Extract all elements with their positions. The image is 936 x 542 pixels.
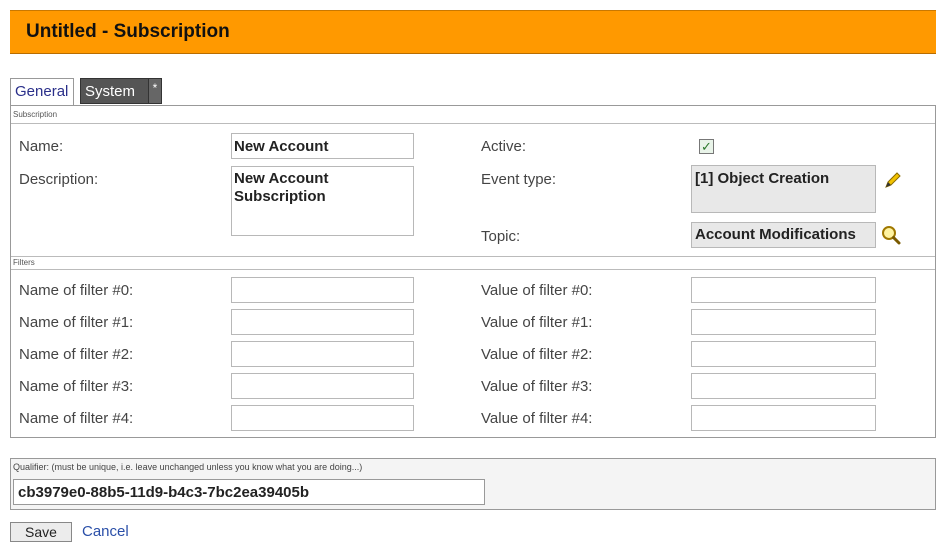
description-textarea[interactable]: New Account Subscription <box>231 166 414 236</box>
filter-value-input-4[interactable] <box>691 405 876 431</box>
qualifier-input[interactable] <box>13 479 485 505</box>
filter-value-label-0: Value of filter #0: <box>481 282 593 299</box>
general-panel: Subscription Name: Active: ✓ Description… <box>10 105 936 438</box>
filter-value-input-1[interactable] <box>691 309 876 335</box>
event-type-label: Event type: <box>481 171 557 188</box>
filter-value-input-3[interactable] <box>691 373 876 399</box>
filter-value-label-2: Value of filter #2: <box>481 346 593 363</box>
filter-name-label-4: Name of filter #4: <box>19 410 134 427</box>
description-label: Description: <box>19 171 99 188</box>
filter-name-label-2: Name of filter #2: <box>19 346 134 363</box>
filter-value-input-2[interactable] <box>691 341 876 367</box>
event-type-field: [1] Object Creation <box>691 165 876 213</box>
filters-section-label: Filters <box>13 258 35 267</box>
active-checkbox[interactable]: ✓ <box>699 139 714 154</box>
window-title-bar: Untitled - Subscription <box>10 10 936 54</box>
filter-value-input-0[interactable] <box>691 277 876 303</box>
divider <box>11 256 935 257</box>
filter-name-input-0[interactable] <box>231 277 414 303</box>
active-label: Active: <box>481 138 527 155</box>
name-input[interactable] <box>231 133 414 159</box>
window-title: Untitled - Subscription <box>26 21 230 42</box>
save-button[interactable]: Save <box>10 522 72 542</box>
tab-system[interactable]: System <box>80 78 152 104</box>
pencil-icon[interactable] <box>882 169 904 191</box>
filter-name-input-4[interactable] <box>231 405 414 431</box>
divider <box>11 123 935 124</box>
filter-value-label-1: Value of filter #1: <box>481 314 593 331</box>
magnifier-icon[interactable] <box>880 224 902 246</box>
tab-add[interactable]: * <box>148 78 162 104</box>
qualifier-panel: Qualifier: (must be unique, i.e. leave u… <box>10 458 936 510</box>
filter-name-input-1[interactable] <box>231 309 414 335</box>
filter-name-label-1: Name of filter #1: <box>19 314 134 331</box>
name-label: Name: <box>19 138 64 155</box>
filter-name-label-0: Name of filter #0: <box>19 282 134 299</box>
topic-label: Topic: <box>481 228 521 245</box>
cancel-link[interactable]: Cancel <box>82 523 129 540</box>
filter-name-input-3[interactable] <box>231 373 414 399</box>
qualifier-label: Qualifier: (must be unique, i.e. leave u… <box>13 462 363 472</box>
filter-name-input-2[interactable] <box>231 341 414 367</box>
subscription-section-label: Subscription <box>13 110 58 119</box>
topic-field: Account Modifications <box>691 222 876 248</box>
tab-general[interactable]: General <box>10 78 74 106</box>
filter-value-label-4: Value of filter #4: <box>481 410 593 427</box>
divider <box>11 269 935 270</box>
filter-name-label-3: Name of filter #3: <box>19 378 134 395</box>
filter-value-label-3: Value of filter #3: <box>481 378 593 395</box>
